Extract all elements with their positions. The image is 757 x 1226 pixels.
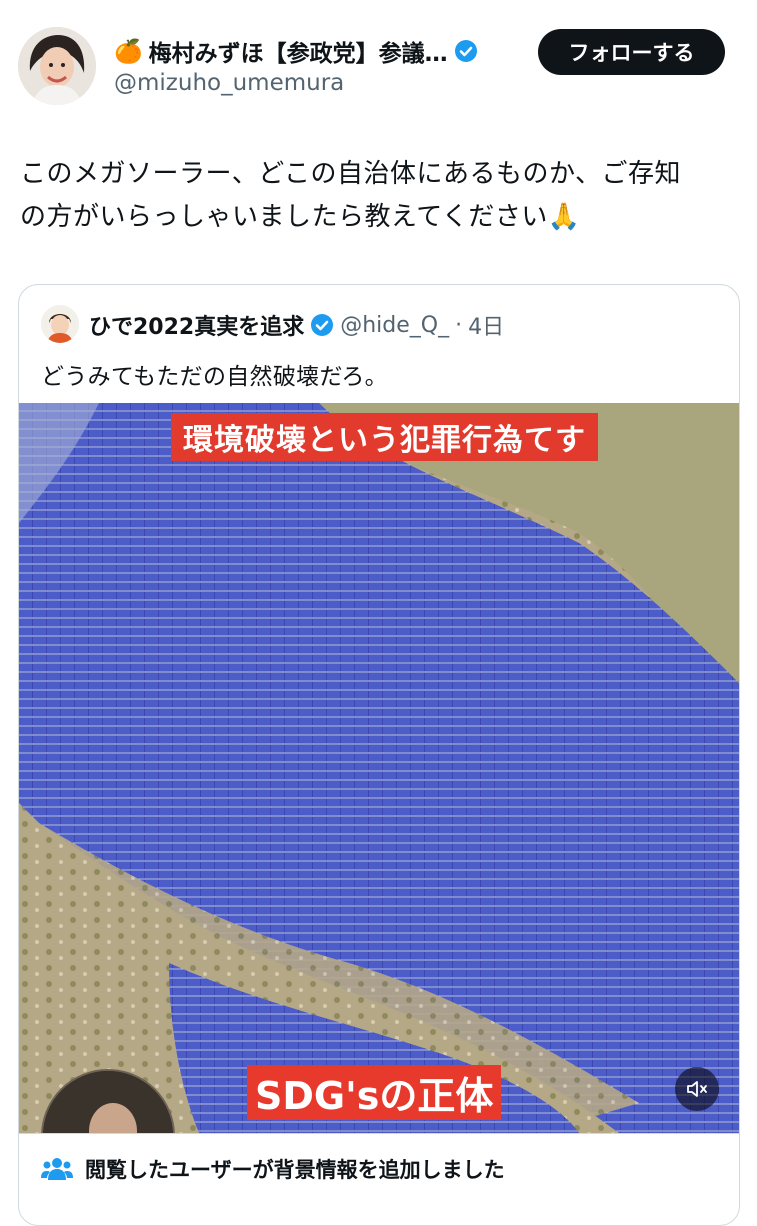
mute-icon (687, 1081, 707, 1097)
quote-author-handle[interactable]: @hide_Q_ (340, 313, 449, 338)
community-notes-icon (41, 1158, 73, 1180)
verified-badge-icon (454, 40, 477, 62)
quote-author-avatar[interactable] (41, 305, 79, 343)
verified-badge-icon (311, 314, 334, 336)
tweet-text-line-1: このメガソーラー、どこの自治体にあるものか、ご存知 (20, 159, 681, 189)
quote-text: どうみてもただの自然破壊だろ。 (41, 364, 388, 390)
video-caption-bottom: SDG'sの正体 (247, 1065, 502, 1120)
author-handle[interactable]: @mizuho_umemura (114, 70, 344, 96)
author-avatar[interactable] (18, 27, 96, 105)
mute-button[interactable] (675, 1067, 719, 1111)
community-note-banner[interactable]: 閲覧したユーザーが背景情報を追加しました (19, 1133, 739, 1204)
author-avatar-image (18, 27, 96, 105)
tweet-text: このメガソーラー、どこの自治体にあるものか、ご存知 の方がいらっしゃいましたら教… (20, 153, 744, 239)
quote-author-name[interactable]: ひで2022真実を追求 (89, 309, 304, 341)
author-name-row[interactable]: 🍊 梅村みずほ【参政党】参議… (114, 34, 478, 68)
quote-video[interactable]: 環境破壊という犯罪行為てす SDG'sの正体 (19, 403, 739, 1133)
solar-farm-video-frame (19, 403, 739, 1133)
quote-timestamp[interactable]: 4日 (468, 309, 504, 341)
author-emoji: 🍊 (114, 38, 143, 65)
tweet-text-line-2: の方がいらっしゃいましたら教えてください🙏 (20, 202, 581, 232)
author-name: 梅村みずほ【参政党】参議… (148, 41, 448, 67)
quote-separator-dot: · (455, 312, 463, 338)
quote-avatar-image (41, 305, 79, 343)
community-note-label: 閲覧したユーザーが背景情報を追加しました (85, 1158, 505, 1182)
follow-button[interactable]: フォローする (538, 29, 725, 75)
video-caption-top: 環境破壊という犯罪行為てす (171, 413, 598, 461)
quote-header: ひで2022真実を追求 @hide_Q_ · 4日 (89, 309, 504, 341)
quoted-tweet-card[interactable]: ひで2022真実を追求 @hide_Q_ · 4日 どうみてもただの自然破壊だろ… (18, 284, 740, 1226)
